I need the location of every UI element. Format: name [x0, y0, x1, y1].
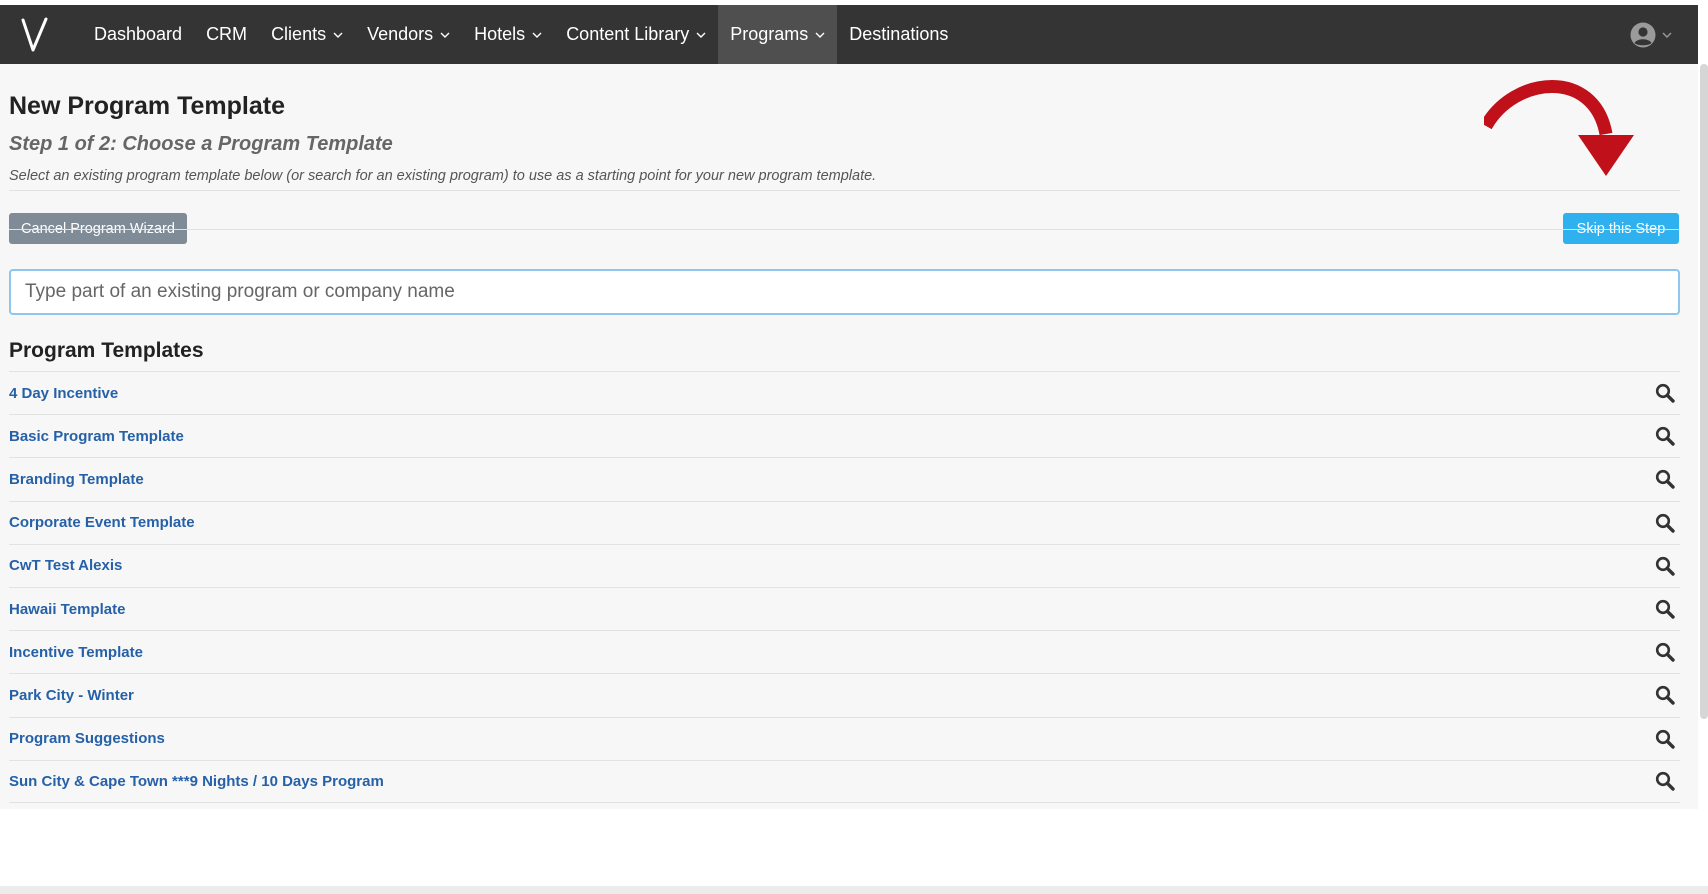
magnifier-icon[interactable] [1654, 728, 1676, 750]
template-link[interactable]: 4 Day Incentive [9, 385, 118, 402]
template-link[interactable]: Basic Program Template [9, 428, 184, 445]
nav-item-label: Content Library [566, 24, 690, 44]
window-bottom-edge [0, 886, 1708, 894]
nav-item-destinations[interactable]: Destinations [837, 5, 960, 64]
brand-logo[interactable] [0, 5, 70, 64]
chevron-down-icon [696, 32, 706, 38]
magnifier-icon[interactable] [1654, 684, 1676, 706]
nav-item-content-library[interactable]: Content Library [554, 5, 718, 64]
chevron-down-icon [815, 32, 825, 38]
nav-item-label: Destinations [849, 24, 949, 44]
user-circle-icon [1630, 22, 1656, 47]
template-link[interactable]: Park City - Winter [9, 687, 134, 704]
chevron-down-icon [1662, 32, 1672, 38]
nav-item-label: Programs [730, 24, 809, 44]
template-link[interactable]: Hawaii Template [9, 601, 125, 618]
list-item: Hawaii Template [9, 586, 1680, 630]
page-content: New Program Template Step 1 of 2: Choose… [0, 64, 1698, 809]
nav-menu: Dashboard CRM Clients Vendors Hotels Content … [82, 5, 960, 64]
magnifier-icon[interactable] [1654, 512, 1676, 534]
brand-logo-mark [21, 17, 48, 51]
chevron-down-icon [333, 32, 343, 38]
user-menu[interactable] [1630, 5, 1672, 64]
magnifier-icon[interactable] [1654, 598, 1676, 620]
magnifier-icon[interactable] [1654, 555, 1676, 577]
nav-item-hotels[interactable]: Hotels [462, 5, 554, 64]
nav-item-label: Vendors [367, 24, 434, 44]
nav-item-label: CRM [206, 24, 248, 44]
page-scrollbar[interactable] [1700, 64, 1708, 719]
list-item: Program Suggestions [9, 716, 1680, 760]
top-navbar: Dashboard CRM Clients Vendors Hotels Content … [0, 5, 1698, 64]
template-link[interactable]: Program Suggestions [9, 730, 165, 747]
nav-item-programs[interactable]: Programs [718, 5, 838, 64]
page-subtitle: Step 1 of 2: Choose a Program Template [9, 133, 393, 155]
magnifier-icon[interactable] [1654, 641, 1676, 663]
chevron-down-icon [440, 32, 450, 38]
template-list: 4 Day Incentive Basic Program Template Bra… [9, 371, 1680, 803]
divider [9, 190, 1680, 191]
list-item: Sun City & Cape Town ***9 Nights / 10 Da… [9, 759, 1680, 803]
page-title: New Program Template [9, 92, 286, 120]
nav-item-clients[interactable]: Clients [259, 5, 355, 64]
list-item: Park City - Winter [9, 673, 1680, 716]
nav-item-label: Clients [271, 24, 327, 44]
list-item: Basic Program Template [9, 414, 1680, 457]
template-link[interactable]: CwT Test Alexis [9, 557, 122, 574]
magnifier-icon[interactable] [1654, 770, 1676, 792]
divider [9, 229, 1680, 230]
list-item: Corporate Event Template [9, 500, 1680, 544]
nav-item-dashboard[interactable]: Dashboard [82, 5, 194, 64]
magnifier-icon[interactable] [1654, 425, 1676, 447]
section-title: Program Templates [9, 339, 204, 362]
template-link[interactable]: Incentive Template [9, 644, 143, 661]
template-link[interactable]: Sun City & Cape Town ***9 Nights / 10 Da… [9, 773, 384, 790]
list-item: CwT Test Alexis [9, 543, 1680, 587]
nav-item-label: Hotels [474, 24, 526, 44]
template-link[interactable]: Corporate Event Template [9, 514, 195, 531]
nav-item-label: Dashboard [94, 24, 183, 44]
template-link[interactable]: Branding Template [9, 471, 144, 488]
magnifier-icon[interactable] [1654, 468, 1676, 490]
list-item: Incentive Template [9, 630, 1680, 673]
annotation-arrow [1484, 80, 1634, 176]
program-search-input[interactable] [9, 269, 1680, 315]
nav-item-crm[interactable]: CRM [194, 5, 259, 64]
page-description: Select an existing program template belo… [9, 168, 877, 184]
list-item: 4 Day Incentive [9, 371, 1680, 414]
list-item: Branding Template [9, 457, 1680, 500]
magnifier-icon[interactable] [1654, 382, 1676, 404]
chevron-down-icon [532, 32, 542, 38]
nav-item-vendors[interactable]: Vendors [355, 5, 462, 64]
